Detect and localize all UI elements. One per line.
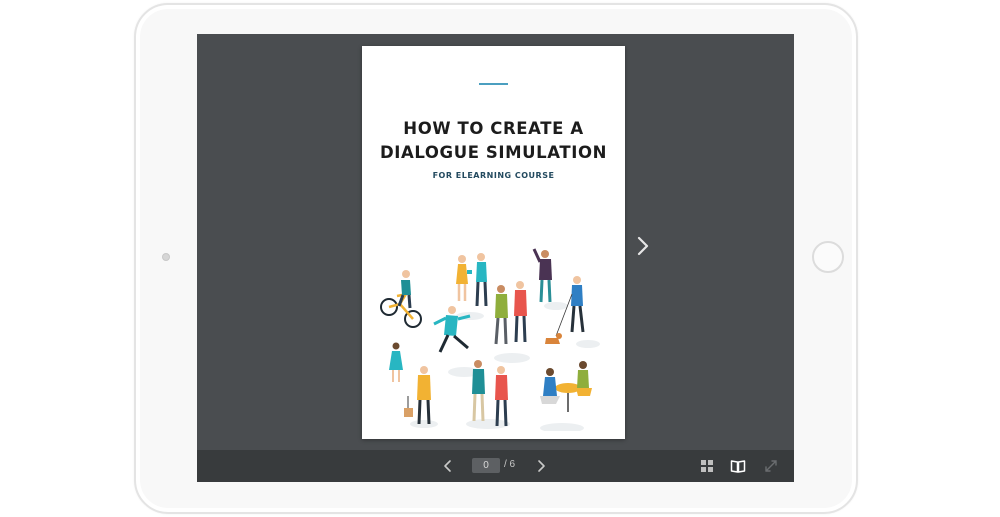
- book-view-icon[interactable]: [730, 458, 746, 474]
- girl-figure: [389, 342, 403, 382]
- tablet-home-button: [812, 241, 844, 273]
- title-accent-rule: [479, 83, 508, 85]
- page-number-input[interactable]: [472, 458, 500, 473]
- meeting-figures: [472, 360, 508, 427]
- viewer-toolbar: / 6: [197, 450, 794, 482]
- tablet-camera: [162, 253, 170, 261]
- people-illustration: [380, 248, 600, 431]
- chevron-left-icon[interactable]: [440, 458, 456, 474]
- talking-men-figures: [494, 281, 527, 345]
- page-subtitle: FOR ELEARNING COURSE: [432, 171, 555, 180]
- waving-man-figure: [532, 248, 552, 303]
- fullscreen-icon[interactable]: [763, 458, 779, 474]
- next-page-arrow[interactable]: [632, 234, 654, 258]
- page-title: HOW TO CREATE A DIALOGUE SIMULATION: [380, 119, 607, 162]
- delivery-man-figure: [404, 366, 431, 425]
- couple-figures: [456, 253, 488, 307]
- page-total-label: / 6: [504, 459, 516, 470]
- cyclist-figure: [380, 270, 422, 328]
- cafe-table-figures: [540, 361, 592, 412]
- flipbook-viewer: HOW TO CREATE A DIALOGUE SIMULATION FOR …: [197, 34, 794, 482]
- book-page-cover: HOW TO CREATE A DIALOGUE SIMULATION FOR …: [362, 46, 625, 439]
- chevron-right-icon[interactable]: [533, 458, 549, 474]
- grid-view-icon[interactable]: [700, 459, 714, 473]
